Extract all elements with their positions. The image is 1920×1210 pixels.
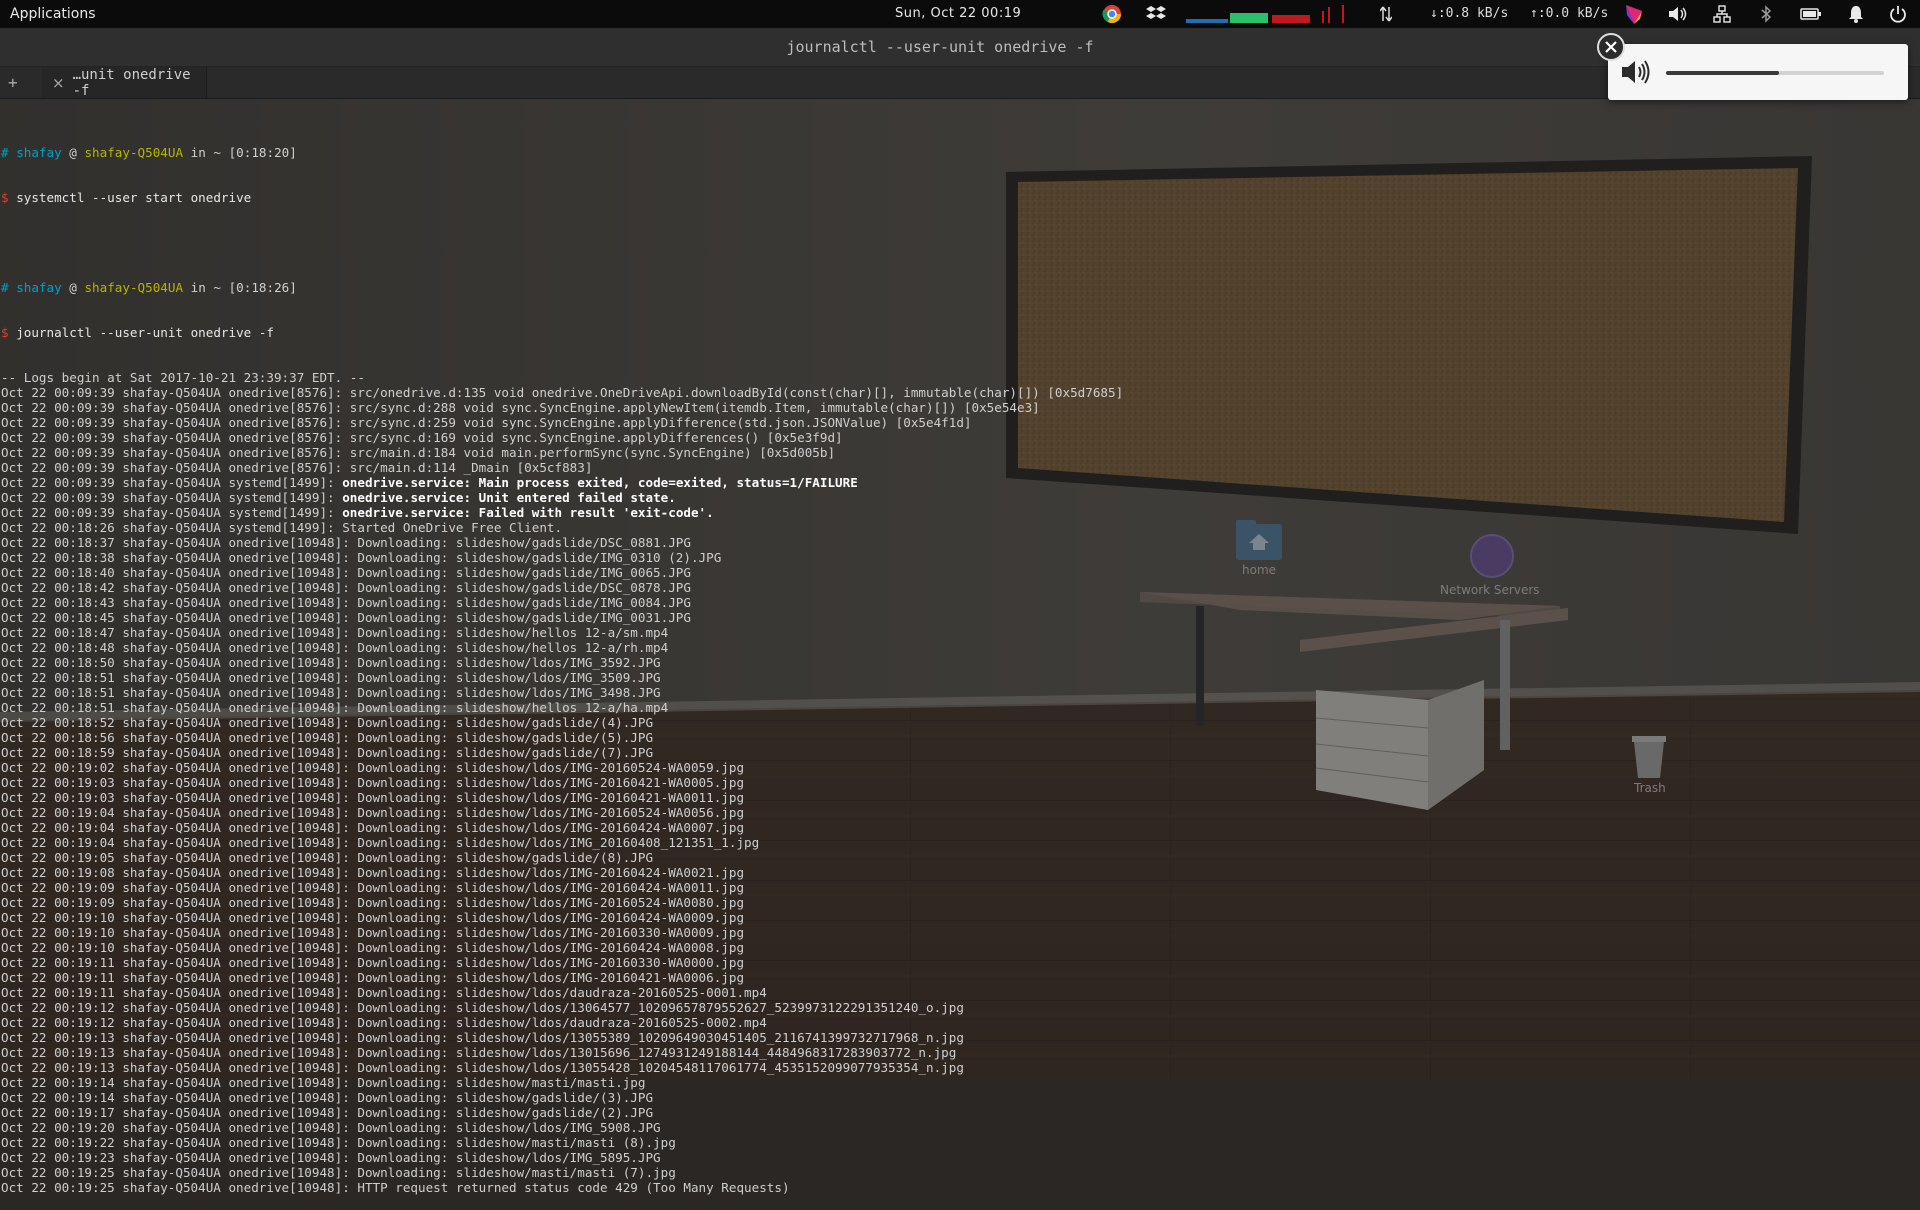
log-line: Oct 22 00:18:51 shafay-Q504UA onedrive[1… xyxy=(1,700,669,715)
upload-speed: ↑:0.0 kB/s xyxy=(1530,6,1609,21)
log-line: Oct 22 00:19:11 shafay-Q504UA onedrive[1… xyxy=(1,985,767,1000)
log-line: Oct 22 00:19:25 shafay-Q504UA onedrive[1… xyxy=(1,1180,790,1195)
log-line: Oct 22 00:19:23 shafay-Q504UA onedrive[1… xyxy=(1,1150,661,1165)
log-line: Oct 22 00:09:39 shafay-Q504UA onedrive[8… xyxy=(1,445,836,460)
log-line: Oct 22 00:19:08 shafay-Q504UA onedrive[1… xyxy=(1,865,745,880)
log-line: Oct 22 00:18:56 shafay-Q504UA onedrive[1… xyxy=(1,730,654,745)
log-line: Oct 22 00:19:04 shafay-Q504UA onedrive[1… xyxy=(1,835,760,850)
log-line: Oct 22 00:18:43 shafay-Q504UA onedrive[1… xyxy=(1,595,691,610)
log-line: Oct 22 00:19:17 shafay-Q504UA onedrive[1… xyxy=(1,1105,654,1120)
notification-bell-icon[interactable] xyxy=(1844,3,1868,25)
log-line: Oct 22 00:18:52 shafay-Q504UA onedrive[1… xyxy=(1,715,654,730)
log-line: Oct 22 00:18:40 shafay-Q504UA onedrive[1… xyxy=(1,565,691,580)
log-line: Oct 22 00:19:12 shafay-Q504UA onedrive[1… xyxy=(1,1015,767,1030)
network-icon[interactable] xyxy=(1710,3,1734,25)
log-line: Oct 22 00:19:20 shafay-Q504UA onedrive[1… xyxy=(1,1120,661,1135)
prompt-line: # shafay @ shafay-Q504UA in ~ [0:18:26] xyxy=(1,280,297,295)
log-line: Oct 22 00:18:42 shafay-Q504UA onedrive[1… xyxy=(1,580,691,595)
log-line: Oct 22 00:19:13 shafay-Q504UA onedrive[1… xyxy=(1,1060,964,1075)
color-picker-icon[interactable] xyxy=(1622,3,1646,25)
log-line: Oct 22 00:19:14 shafay-Q504UA onedrive[1… xyxy=(1,1075,646,1090)
log-line: Oct 22 00:09:39 shafay-Q504UA onedrive[8… xyxy=(1,385,1124,400)
command-line: $ journalctl --user-unit onedrive -f xyxy=(1,325,274,340)
log-line: Oct 22 00:19:12 shafay-Q504UA onedrive[1… xyxy=(1,1000,964,1015)
log-line: Oct 22 00:19:04 shafay-Q504UA onedrive[1… xyxy=(1,820,745,835)
terminal-tab[interactable]: × …unit onedrive -f xyxy=(42,66,207,99)
log-line: Oct 22 00:19:04 shafay-Q504UA onedrive[1… xyxy=(1,805,745,820)
log-line: Oct 22 00:18:59 shafay-Q504UA onedrive[1… xyxy=(1,745,654,760)
panel-clock[interactable]: Sun, Oct 22 00:19 xyxy=(895,6,1021,21)
log-line: Oct 22 00:19:10 shafay-Q504UA onedrive[1… xyxy=(1,910,745,925)
volume-popup xyxy=(1608,44,1908,100)
journal-log: -- Logs begin at Sat 2017-10-21 23:39:37… xyxy=(1,370,1123,1195)
terminal-output[interactable]: # shafay @ shafay-Q504UA in ~ [0:18:20] … xyxy=(1,115,1123,1210)
applications-menu[interactable]: Applications xyxy=(0,6,96,22)
log-line: Oct 22 00:19:03 shafay-Q504UA onedrive[1… xyxy=(1,790,745,805)
prompt-line: # shafay @ shafay-Q504UA in ~ [0:18:20] xyxy=(1,145,297,160)
log-line: Oct 22 00:09:39 shafay-Q504UA onedrive[8… xyxy=(1,400,1040,415)
log-line: Oct 22 00:18:51 shafay-Q504UA onedrive[1… xyxy=(1,685,661,700)
dropbox-icon[interactable] xyxy=(1144,3,1168,25)
log-line: Oct 22 00:09:39 shafay-Q504UA onedrive[8… xyxy=(1,430,843,445)
log-line: Oct 22 00:09:39 shafay-Q504UA systemd[14… xyxy=(1,505,714,520)
log-line: Oct 22 00:09:39 shafay-Q504UA systemd[14… xyxy=(1,475,858,490)
log-line: Oct 22 00:19:09 shafay-Q504UA onedrive[1… xyxy=(1,880,745,895)
battery-icon[interactable] xyxy=(1798,3,1824,25)
log-line: Oct 22 00:18:37 shafay-Q504UA onedrive[1… xyxy=(1,535,691,550)
log-line: Oct 22 00:18:48 shafay-Q504UA onedrive[1… xyxy=(1,640,669,655)
log-line: Oct 22 00:18:38 shafay-Q504UA onedrive[1… xyxy=(1,550,722,565)
log-line: Oct 22 00:19:02 shafay-Q504UA onedrive[1… xyxy=(1,760,745,775)
volume-slider[interactable] xyxy=(1666,71,1884,75)
log-line: Oct 22 00:19:13 shafay-Q504UA onedrive[1… xyxy=(1,1030,964,1045)
log-line: Oct 22 00:09:39 shafay-Q504UA onedrive[8… xyxy=(1,415,972,430)
log-line: Oct 22 00:18:50 shafay-Q504UA onedrive[1… xyxy=(1,655,661,670)
volume-icon[interactable] xyxy=(1666,3,1690,25)
log-line: -- Logs begin at Sat 2017-10-21 23:39:37… xyxy=(1,370,365,385)
log-line: Oct 22 00:18:45 shafay-Q504UA onedrive[1… xyxy=(1,610,691,625)
command-line: $ systemctl --user start onedrive xyxy=(1,190,252,205)
terminal-title: journalctl --user-unit onedrive -f xyxy=(786,38,1094,56)
bluetooth-icon[interactable] xyxy=(1754,3,1778,25)
chrome-icon[interactable] xyxy=(1100,3,1124,25)
top-panel: Applications Sun, Oct 22 00:19 ↓:0.8 kB/… xyxy=(0,0,1920,28)
log-line: Oct 22 00:19:11 shafay-Q504UA onedrive[1… xyxy=(1,970,745,985)
volume-slider-fill xyxy=(1666,71,1780,75)
log-line: Oct 22 00:19:22 shafay-Q504UA onedrive[1… xyxy=(1,1135,676,1150)
power-icon[interactable] xyxy=(1886,3,1910,25)
log-line: Oct 22 00:18:51 shafay-Q504UA onedrive[1… xyxy=(1,670,661,685)
log-line: Oct 22 00:19:03 shafay-Q504UA onedrive[1… xyxy=(1,775,745,790)
log-line: Oct 22 00:19:10 shafay-Q504UA onedrive[1… xyxy=(1,925,745,940)
speaker-icon xyxy=(1620,58,1652,90)
log-line: Oct 22 00:18:47 shafay-Q504UA onedrive[1… xyxy=(1,625,669,640)
close-tab-button[interactable]: × xyxy=(52,74,65,92)
download-speed: ↓:0.8 kB/s xyxy=(1430,6,1509,21)
log-line: Oct 22 00:18:26 shafay-Q504UA systemd[14… xyxy=(1,520,563,535)
log-line: Oct 22 00:19:11 shafay-Q504UA onedrive[1… xyxy=(1,955,745,970)
network-activity-icon[interactable] xyxy=(1376,3,1396,25)
log-line: Oct 22 00:19:13 shafay-Q504UA onedrive[1… xyxy=(1,1045,957,1060)
log-line: Oct 22 00:19:09 shafay-Q504UA onedrive[1… xyxy=(1,895,745,910)
new-tab-button[interactable]: + xyxy=(8,73,18,92)
log-line: Oct 22 00:19:10 shafay-Q504UA onedrive[1… xyxy=(1,940,745,955)
tab-label: …unit onedrive -f xyxy=(72,66,191,99)
log-line: Oct 22 00:19:05 shafay-Q504UA onedrive[1… xyxy=(1,850,654,865)
log-line: Oct 22 00:09:39 shafay-Q504UA systemd[14… xyxy=(1,490,676,505)
close-icon[interactable] xyxy=(1597,33,1625,61)
log-line: Oct 22 00:19:14 shafay-Q504UA onedrive[1… xyxy=(1,1090,654,1105)
system-monitor-graph[interactable] xyxy=(1186,3,1346,25)
log-line: Oct 22 00:09:39 shafay-Q504UA onedrive[8… xyxy=(1,460,593,475)
log-line: Oct 22 00:19:25 shafay-Q504UA onedrive[1… xyxy=(1,1165,676,1180)
